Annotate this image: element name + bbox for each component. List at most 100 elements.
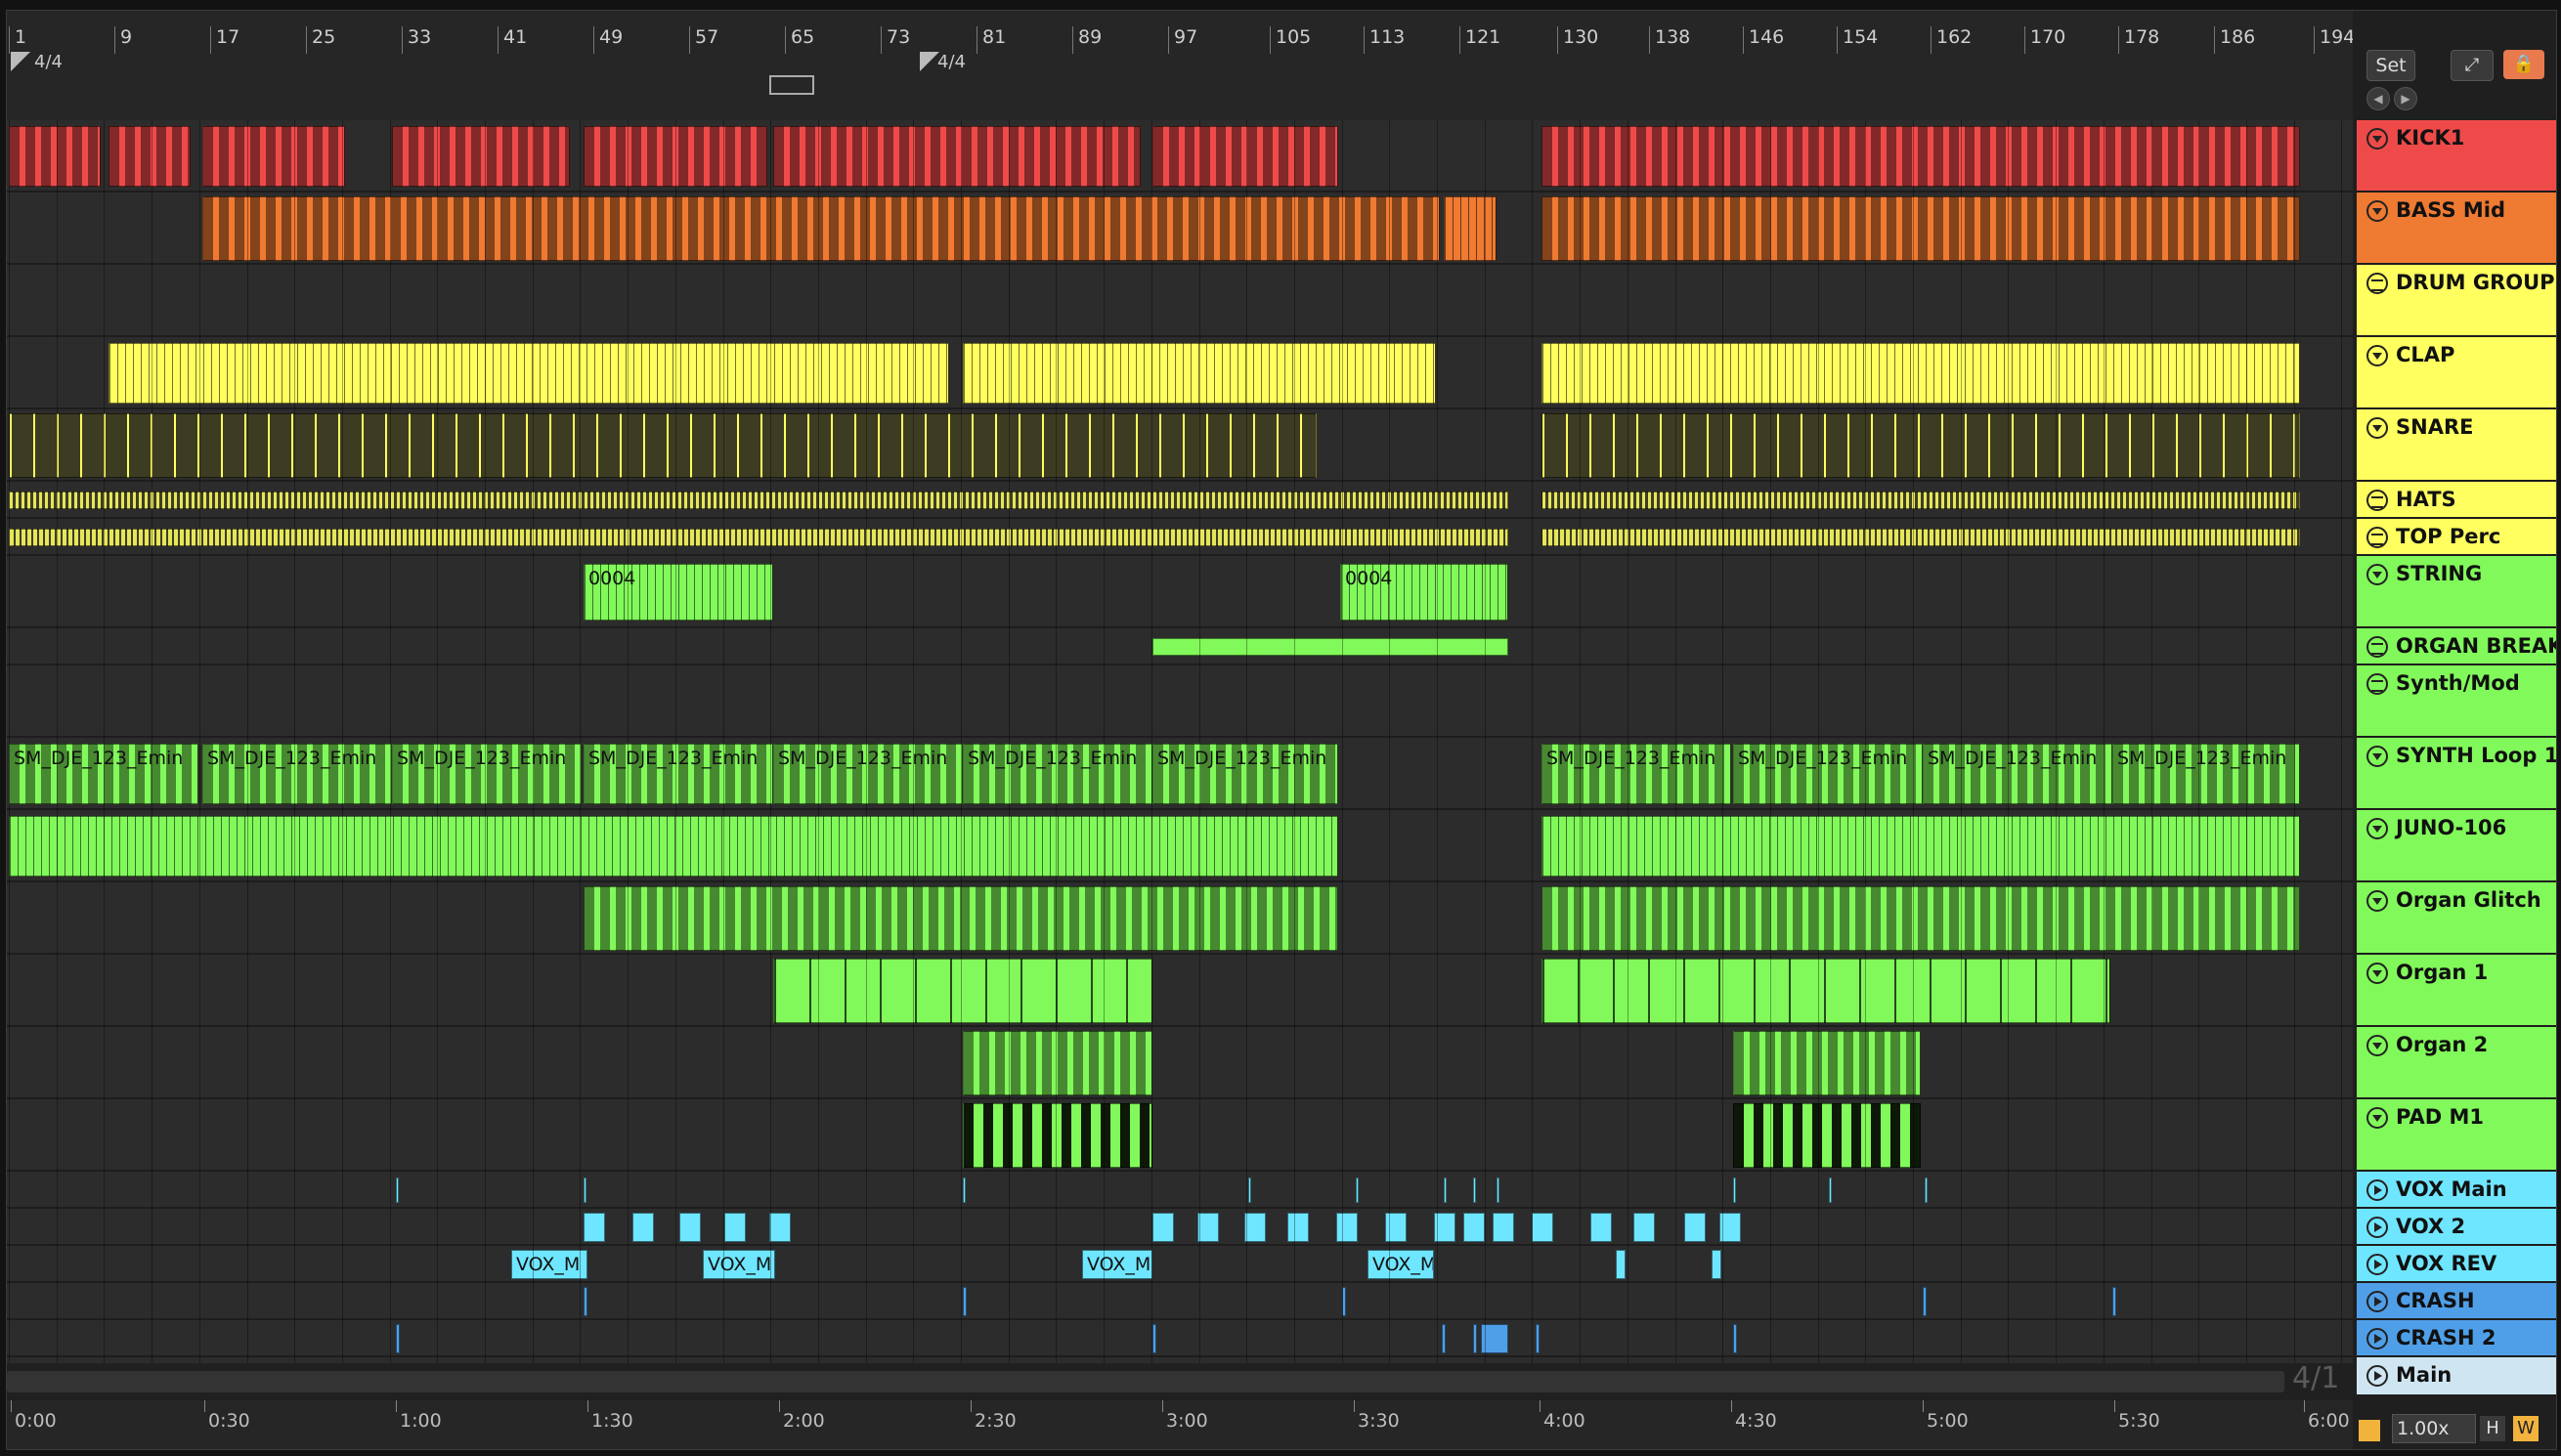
track-header[interactable]: CRASH 2 (2357, 1320, 2556, 1357)
track-header[interactable]: Main (2357, 1357, 2556, 1396)
clip[interactable] (1633, 1213, 1655, 1242)
fold-icon[interactable] (2366, 417, 2388, 439)
track-header[interactable]: JUNO-106 (2357, 810, 2556, 882)
clip[interactable] (1493, 1213, 1514, 1242)
clip[interactable] (963, 1031, 1152, 1095)
clip[interactable] (1733, 1031, 1921, 1095)
clip[interactable] (9, 413, 1317, 478)
track-header[interactable]: CLAP (2357, 337, 2556, 409)
fold-icon[interactable] (2366, 345, 2388, 366)
group-icon[interactable] (2366, 273, 2388, 294)
clip[interactable] (396, 1324, 400, 1353)
clip[interactable]: SM_DJE_123_Emin (1923, 744, 2112, 804)
track-lane[interactable] (7, 1283, 2353, 1320)
play-icon[interactable] (2366, 1365, 2388, 1387)
play-icon[interactable] (2366, 1217, 2388, 1238)
clip[interactable]: VOX_M (1082, 1250, 1152, 1279)
play-icon[interactable] (2366, 1254, 2388, 1275)
clip[interactable] (392, 126, 570, 187)
clip[interactable] (1541, 816, 2300, 877)
clip[interactable] (396, 1178, 399, 1203)
track-header[interactable]: Organ 1 (2357, 955, 2556, 1027)
clip[interactable] (1442, 1324, 1446, 1353)
track-header[interactable]: VOX 2 (2357, 1209, 2556, 1246)
clip[interactable] (9, 529, 1508, 546)
fold-icon[interactable] (2366, 963, 2388, 984)
clip[interactable] (9, 816, 1338, 877)
clip[interactable] (584, 1213, 605, 1242)
nav-forward-icon[interactable]: ▶ (2394, 87, 2417, 110)
track-header[interactable]: ORGAN BREAK (2357, 628, 2556, 665)
clip[interactable] (679, 1213, 701, 1242)
set-button[interactable]: Set (2366, 50, 2415, 81)
horizontal-scrollbar[interactable] (7, 1363, 2353, 1400)
nav-back-icon[interactable]: ◀ (2366, 87, 2390, 110)
track-lane[interactable] (7, 1246, 2353, 1283)
expand-icon[interactable]: ⤢ (2451, 50, 2494, 81)
clip[interactable]: VOX_M (1367, 1250, 1434, 1279)
clip[interactable] (1541, 886, 2300, 951)
clip[interactable] (584, 1287, 587, 1316)
track-header[interactable]: VOX Main (2357, 1172, 2556, 1209)
fold-icon[interactable] (2366, 200, 2388, 222)
track-lane[interactable] (7, 265, 2353, 337)
track-lane[interactable] (7, 1209, 2353, 1246)
clip[interactable] (1590, 1213, 1612, 1242)
track-lane[interactable] (7, 1320, 2353, 1357)
clip[interactable]: SM_DJE_123_Emin (2112, 744, 2300, 804)
clip[interactable] (2112, 1287, 2116, 1316)
play-icon[interactable] (2366, 1291, 2388, 1312)
beat-time-ruler[interactable]: 4/4 4/4 1 9 17 25 33 41 49 57 65 73 81 89 97 105 113 12… (7, 11, 2355, 120)
clip[interactable] (1532, 1213, 1553, 1242)
clip[interactable] (1152, 126, 1338, 187)
clip[interactable] (1444, 196, 1497, 261)
clip[interactable]: VOX_M (511, 1250, 587, 1279)
clip[interactable] (1152, 1213, 1174, 1242)
track-header[interactable]: KICK1 (2357, 120, 2556, 193)
group-icon[interactable] (2366, 636, 2388, 658)
fold-icon[interactable] (2366, 818, 2388, 839)
clip[interactable] (1829, 1178, 1832, 1203)
clip[interactable] (1197, 1213, 1219, 1242)
lock-icon[interactable]: 🔒 (2503, 50, 2544, 79)
h-button[interactable]: H (2480, 1416, 2505, 1441)
clip[interactable]: 0004 (1340, 564, 1508, 621)
clip[interactable] (1248, 1178, 1251, 1203)
clip[interactable] (963, 1103, 1152, 1168)
clip[interactable] (1541, 126, 2300, 187)
clip[interactable]: SM_DJE_123_Emin (584, 744, 773, 804)
clip[interactable] (584, 886, 1338, 951)
clip[interactable] (1925, 1178, 1928, 1203)
group-icon[interactable] (2366, 527, 2388, 548)
clip[interactable]: SM_DJE_123_Emin (1541, 744, 1731, 804)
clip[interactable] (109, 343, 949, 404)
clip[interactable] (202, 126, 345, 187)
clip[interactable] (1463, 1213, 1485, 1242)
track-lane[interactable] (7, 1172, 2353, 1209)
clip[interactable]: SM_DJE_123_Emin (202, 744, 392, 804)
clip[interactable] (1541, 529, 2300, 546)
clip[interactable]: SM_DJE_123_Emin (9, 744, 198, 804)
clip[interactable]: SM_DJE_123_Emin (963, 744, 1152, 804)
fold-icon[interactable] (2366, 746, 2388, 767)
clip[interactable] (1536, 1324, 1540, 1353)
track-lane[interactable] (7, 665, 2353, 738)
track-lane[interactable] (7, 1099, 2353, 1172)
clip[interactable] (1152, 1324, 1156, 1353)
clip[interactable] (109, 126, 191, 187)
audio-icon[interactable] (2359, 1420, 2380, 1441)
clip[interactable] (1541, 343, 2300, 404)
clip[interactable] (1244, 1213, 1266, 1242)
fold-icon[interactable] (2366, 1107, 2388, 1129)
clip[interactable] (1287, 1213, 1309, 1242)
track-header[interactable]: PAD M1 (2357, 1099, 2556, 1172)
clip[interactable] (1541, 196, 2300, 261)
play-icon[interactable] (2366, 1179, 2388, 1201)
clip[interactable] (1719, 1213, 1741, 1242)
clip[interactable] (1356, 1178, 1359, 1203)
clip[interactable] (584, 1178, 586, 1203)
clip[interactable] (1444, 1178, 1447, 1203)
clip[interactable] (1497, 1178, 1499, 1203)
track-header[interactable]: CRASH (2357, 1283, 2556, 1320)
clip[interactable]: SM_DJE_123_Emin (1152, 744, 1338, 804)
